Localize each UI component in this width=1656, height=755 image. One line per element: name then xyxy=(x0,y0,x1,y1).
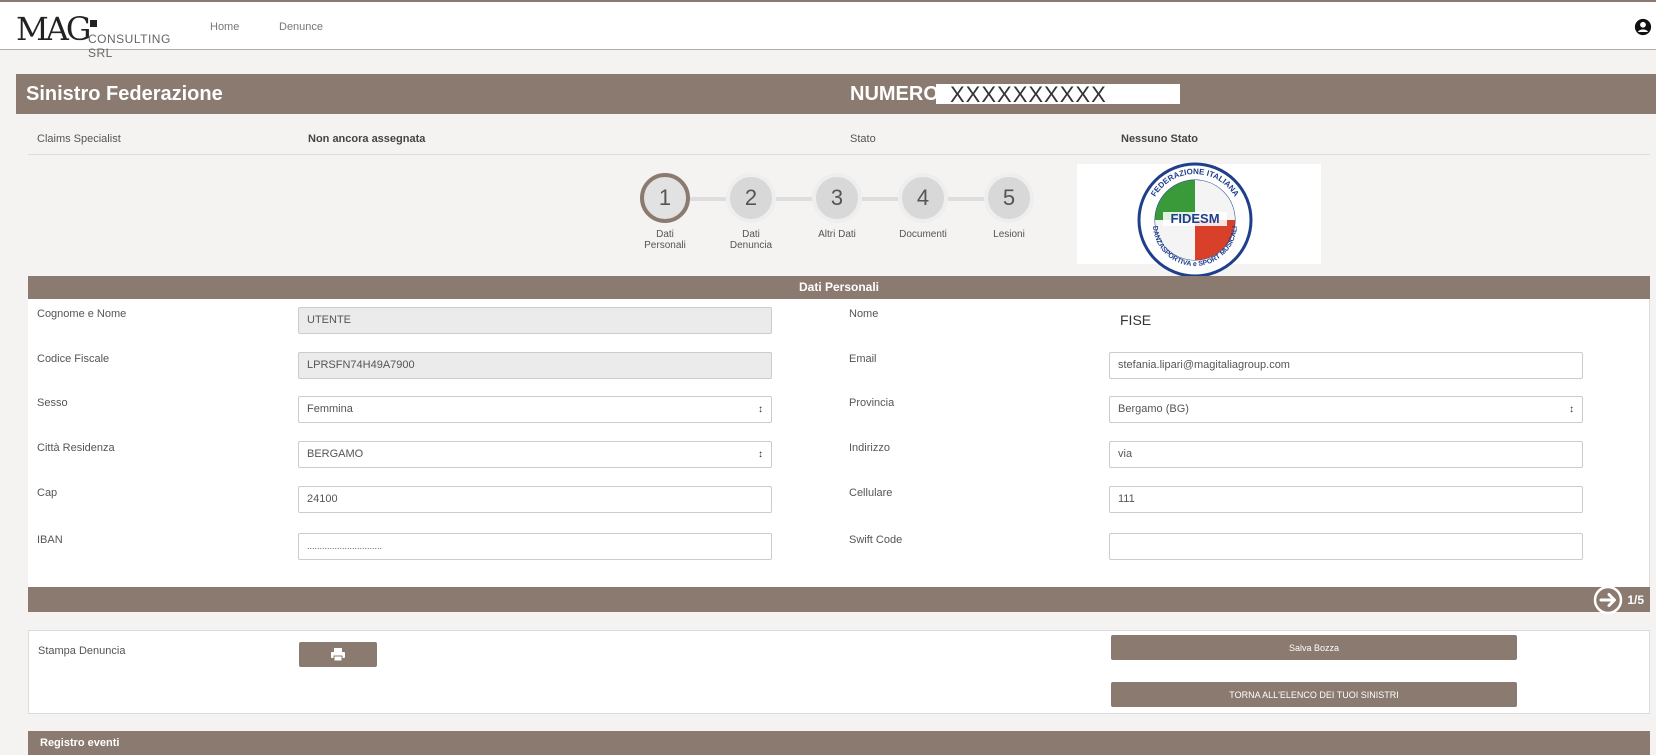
email-label: Email xyxy=(849,353,877,365)
nav-home-link[interactable]: Home xyxy=(210,21,239,33)
nav-denunce-link[interactable]: Denunce xyxy=(279,21,323,33)
step-4[interactable]: 4 xyxy=(898,173,948,223)
print-button[interactable] xyxy=(299,642,377,667)
fidesm-seal-logo: FIDESM FEDERAZIONE ITALIANA DANZASPORTIV… xyxy=(1137,162,1253,278)
iban-input[interactable]: .............................. xyxy=(298,533,772,560)
section-title-dati-personali: Dati Personali xyxy=(28,276,1650,299)
page-title: Sinistro Federazione xyxy=(26,83,223,105)
cellulare-input[interactable]: 111 xyxy=(1109,486,1583,513)
logo-subtitle: CONSULTING SRL xyxy=(88,32,171,60)
cap-input[interactable]: 24100 xyxy=(298,486,772,513)
progress-stepper: 1 2 3 4 5 Dati Personali Dati Denuncia A… xyxy=(640,173,1040,253)
numero-label: NUMERO xyxy=(850,83,939,105)
codice-fiscale-label: Codice Fiscale xyxy=(37,353,110,365)
indirizzo-input[interactable]: via xyxy=(1109,441,1583,468)
step-connector xyxy=(776,197,816,201)
step-3[interactable]: 3 xyxy=(812,173,862,223)
sesso-label: Sesso xyxy=(37,397,68,409)
torna-elenco-button[interactable]: TORNA ALL'ELENCO DEI TUOI SINISTRI xyxy=(1111,682,1517,707)
cognome-label: Cognome e Nome xyxy=(37,308,127,320)
iban-label: IBAN xyxy=(37,534,63,546)
cellulare-label: Cellulare xyxy=(849,487,893,499)
specialist-label: Claims Specialist xyxy=(37,133,121,145)
swift-input[interactable] xyxy=(1109,533,1583,560)
company-logo[interactable]: MAG CONSULTING SRL xyxy=(16,10,196,60)
nome-label: Nome xyxy=(849,308,879,320)
step-connector xyxy=(862,197,902,201)
claim-title-bar: Sinistro Federazione NUMERO XXXXXXXXXX xyxy=(16,74,1656,114)
form-pager-bar: 1/5 xyxy=(28,584,1650,615)
printer-icon xyxy=(331,648,345,661)
logo-mark: MAG xyxy=(16,10,91,48)
codice-fiscale-input[interactable]: LPRSFN74H49A7900 xyxy=(298,352,772,379)
step-connector xyxy=(690,197,730,201)
step-1[interactable]: 1 xyxy=(640,173,690,223)
citta-select[interactable]: BERGAMO xyxy=(298,441,772,468)
step-connector xyxy=(948,197,988,201)
cap-label: Cap xyxy=(37,487,58,499)
stato-label: Stato xyxy=(850,133,876,145)
arrow-right-circle-icon[interactable] xyxy=(1593,585,1623,615)
email-input[interactable]: stefania.lipari@magitaliagroup.com xyxy=(1109,352,1583,379)
page-counter: 1/5 xyxy=(1627,592,1644,607)
step-5-label: Lesioni xyxy=(993,229,1025,240)
actions-panel: Stampa Denuncia Salva Bozza TORNA ALL'EL… xyxy=(28,630,1650,714)
federation-logo-box: FIDESM FEDERAZIONE ITALIANA DANZASPORTIV… xyxy=(1077,162,1321,278)
registro-eventi-header[interactable]: Registro eventi xyxy=(28,731,1650,755)
cognome-input[interactable]: UTENTE xyxy=(298,307,772,334)
specialist-value: Non ancora assegnata xyxy=(308,133,426,145)
numero-value: XXXXXXXXXX xyxy=(936,84,1180,106)
provincia-label: Provincia xyxy=(849,397,895,409)
provincia-select[interactable]: Bergamo (BG) xyxy=(1109,396,1583,423)
step-3-label: Altri Dati xyxy=(818,229,856,240)
indirizzo-label: Indirizzo xyxy=(849,442,890,454)
step-5[interactable]: 5 xyxy=(984,173,1034,223)
salva-bozza-button[interactable]: Salva Bozza xyxy=(1111,635,1517,660)
swift-label: Swift Code xyxy=(849,534,903,546)
step-2[interactable]: 2 xyxy=(726,173,776,223)
step-2-label: Dati Denuncia xyxy=(729,229,773,251)
stampa-denuncia-label: Stampa Denuncia xyxy=(38,645,126,657)
seal-center-text: FIDESM xyxy=(1170,211,1219,226)
step-4-label: Documenti xyxy=(899,229,947,240)
sesso-select[interactable]: Femmina xyxy=(298,396,772,423)
logo-dot xyxy=(90,20,97,27)
personal-data-form: Cognome e Nome UTENTE Codice Fiscale LPR… xyxy=(28,299,1650,587)
pager: 1/5 xyxy=(1593,584,1644,615)
nome-value: FISE xyxy=(1120,312,1152,328)
step-1-label: Dati Personali xyxy=(644,229,686,251)
citta-label: Città Residenza xyxy=(37,442,115,454)
top-navbar: MAG CONSULTING SRL Home Denunce xyxy=(0,0,1656,60)
stato-value: Nessuno Stato xyxy=(1121,133,1199,145)
user-circle-icon[interactable] xyxy=(1634,18,1652,36)
claim-info-row: Claims Specialist Non ancora assegnata S… xyxy=(28,124,1650,155)
